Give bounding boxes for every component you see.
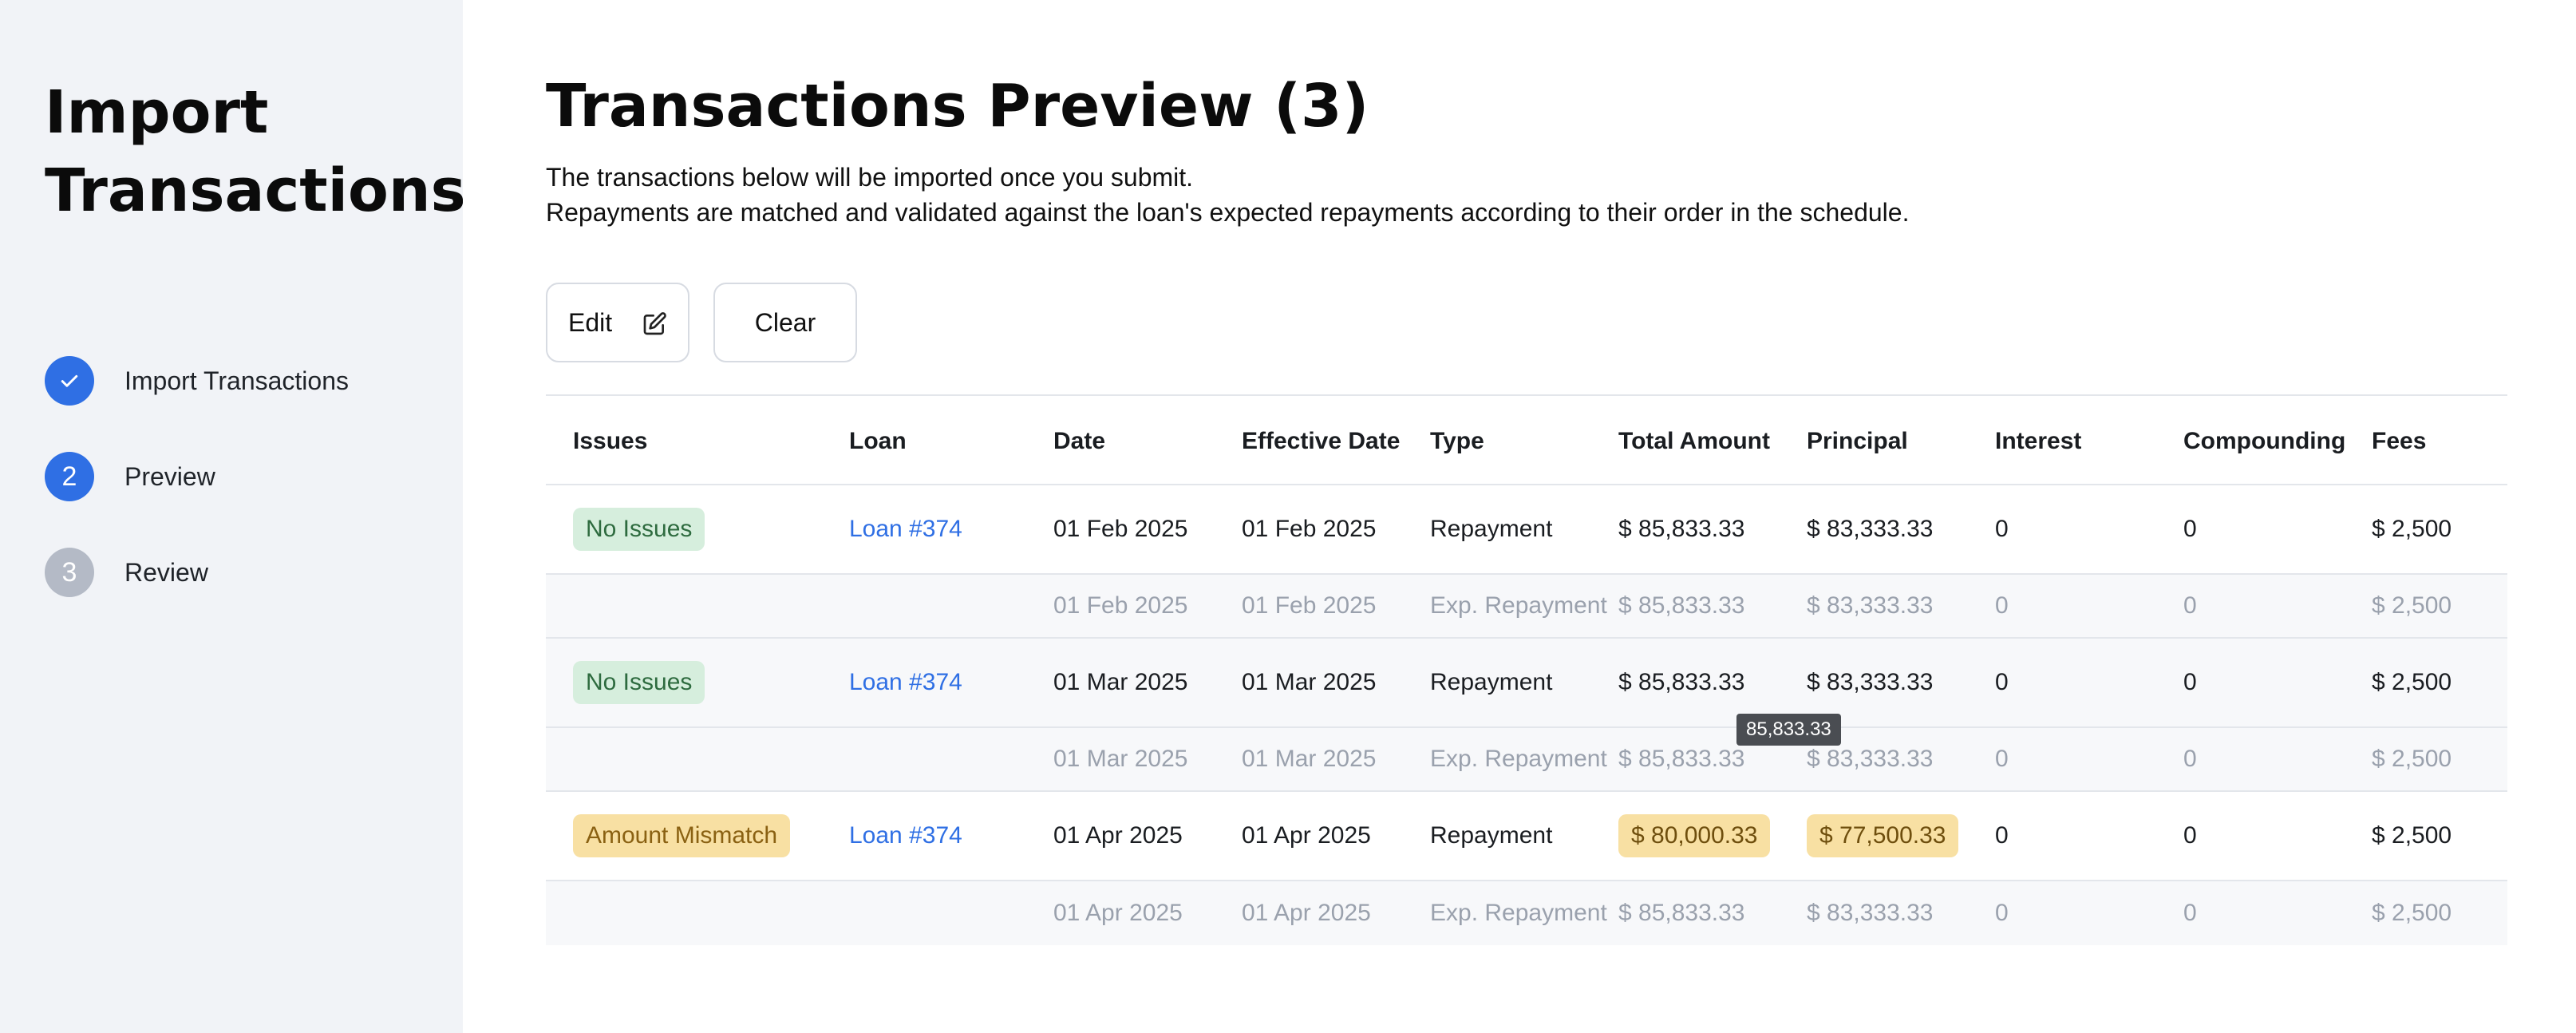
step-preview[interactable]: 2 Preview — [45, 452, 428, 501]
fees-cell: $ 2,500 — [2372, 746, 2452, 772]
compounding-cell: 0 — [2183, 516, 2197, 542]
total-amount-cell: $ 85,833.33 — [1618, 900, 1745, 926]
table-header: Issues Loan Date Effective Date Type Tot… — [546, 394, 2507, 485]
type-cell: Repayment — [1430, 516, 1553, 542]
table-row: No Issues Loan #374 01 Feb 2025 01 Feb 2… — [546, 485, 2507, 575]
effective-date-cell: 01 Mar 2025 — [1242, 669, 1377, 695]
effective-date-cell: 01 Apr 2025 — [1242, 900, 1371, 926]
sidebar: Import Transactions Import Transactions … — [0, 0, 466, 1033]
compounding-cell: 0 — [2183, 900, 2197, 926]
step-label: Preview — [124, 461, 215, 491]
interest-cell: 0 — [1995, 516, 2009, 542]
transactions-table: Issues Loan Date Effective Date Type Tot… — [546, 394, 2507, 945]
expected-row: 01 Feb 2025 01 Feb 2025 Exp. Repayment $… — [546, 575, 2507, 639]
expected-row: 01 Apr 2025 01 Apr 2025 Exp. Repayment $… — [546, 881, 2507, 945]
interest-cell: 0 — [1995, 822, 2009, 849]
edit-button[interactable]: Edit — [546, 283, 689, 362]
fees-cell: $ 2,500 — [2372, 592, 2452, 619]
loan-link[interactable]: Loan #374 — [849, 669, 962, 696]
step-number: 3 — [45, 548, 94, 597]
date-cell: 01 Feb 2025 — [1053, 516, 1188, 542]
header-principal: Principal — [1807, 428, 1908, 454]
fees-cell: $ 2,500 — [2372, 822, 2452, 849]
amount-tooltip: 85,833.33 — [1736, 714, 1841, 746]
clear-label: Clear — [754, 307, 816, 337]
total-amount-cell: $ 85,833.33 — [1618, 516, 1745, 542]
loan-link[interactable]: Loan #374 — [849, 822, 962, 849]
step-review[interactable]: 3 Review — [45, 548, 428, 597]
main-panel: Transactions Preview (3) The transaction… — [463, 0, 2576, 1033]
header-effective-date: Effective Date — [1242, 428, 1401, 454]
effective-date-cell: 01 Feb 2025 — [1242, 592, 1377, 619]
step-number: 2 — [45, 452, 94, 501]
sidebar-title: Import Transactions — [45, 78, 466, 225]
issue-badge: No Issues — [573, 508, 705, 551]
page-title: Transactions Preview (3) — [546, 72, 1369, 141]
expected-row: 01 Mar 2025 01 Mar 2025 Exp. Repayment $… — [546, 728, 2507, 792]
principal-cell: $ 83,333.33 — [1807, 900, 1934, 926]
interest-cell: 0 — [1995, 900, 2009, 926]
interest-cell: 0 — [1995, 592, 2009, 619]
type-cell: Exp. Repayment — [1430, 592, 1607, 619]
header-fees: Fees — [2372, 428, 2427, 454]
fees-cell: $ 2,500 — [2372, 516, 2452, 542]
compounding-cell: 0 — [2183, 822, 2197, 849]
date-cell: 01 Mar 2025 — [1053, 746, 1188, 772]
total-amount-cell: $ 85,833.33 — [1618, 746, 1745, 772]
date-cell: 01 Mar 2025 — [1053, 669, 1188, 695]
principal-cell: $ 83,333.33 — [1807, 669, 1934, 695]
description-line: Repayments are matched and validated aga… — [546, 198, 1910, 227]
fees-cell: $ 2,500 — [2372, 669, 2452, 695]
compounding-cell: 0 — [2183, 592, 2197, 619]
header-compounding: Compounding — [2183, 428, 2346, 454]
principal-cell: $ 83,333.33 — [1807, 592, 1934, 619]
type-cell: Exp. Repayment — [1430, 746, 1607, 772]
clear-button[interactable]: Clear — [713, 283, 857, 362]
loan-link[interactable]: Loan #374 — [849, 516, 962, 543]
header-type: Type — [1430, 428, 1484, 454]
header-date: Date — [1053, 428, 1106, 454]
header-total-amount: Total Amount — [1618, 428, 1770, 454]
type-cell: Repayment — [1430, 822, 1553, 849]
header-loan: Loan — [849, 428, 907, 454]
date-cell: 01 Apr 2025 — [1053, 822, 1183, 849]
issue-badge: Amount Mismatch — [573, 814, 791, 857]
table-row: No Issues Loan #374 01 Mar 2025 01 Mar 2… — [546, 639, 2507, 728]
page-description: The transactions below will be imported … — [546, 160, 1909, 230]
principal-cell: $ 83,333.33 — [1807, 516, 1934, 542]
principal-mismatch: $ 77,500.33 — [1807, 814, 1959, 857]
effective-date-cell: 01 Mar 2025 — [1242, 746, 1377, 772]
type-cell: Repayment — [1430, 669, 1553, 695]
check-icon — [45, 356, 94, 406]
step-label: Import Transactions — [124, 366, 349, 395]
type-cell: Exp. Repayment — [1430, 900, 1607, 926]
fees-cell: $ 2,500 — [2372, 900, 2452, 926]
header-issues: Issues — [573, 428, 648, 454]
step-import-transactions[interactable]: Import Transactions — [45, 356, 428, 406]
date-cell: 01 Feb 2025 — [1053, 592, 1188, 619]
header-interest: Interest — [1995, 428, 2082, 454]
issue-badge: No Issues — [573, 661, 705, 704]
total-amount-cell: $ 85,833.33 — [1618, 592, 1745, 619]
effective-date-cell: 01 Apr 2025 — [1242, 822, 1371, 849]
interest-cell: 0 — [1995, 669, 2009, 695]
total-amount-cell[interactable]: $ 85,833.33 — [1618, 669, 1744, 696]
effective-date-cell: 01 Feb 2025 — [1242, 516, 1377, 542]
interest-cell: 0 — [1995, 746, 2009, 772]
description-line: The transactions below will be imported … — [546, 163, 1194, 192]
compounding-cell: 0 — [2183, 669, 2197, 695]
table-row: Amount Mismatch Loan #374 01 Apr 2025 01… — [546, 792, 2507, 881]
step-label: Review — [124, 557, 208, 587]
principal-cell: $ 83,333.33 — [1807, 746, 1934, 772]
edit-label: Edit — [568, 307, 613, 337]
compounding-cell: 0 — [2183, 746, 2197, 772]
total-amount-mismatch: $ 80,000.33 — [1618, 814, 1771, 857]
date-cell: 01 Apr 2025 — [1053, 900, 1183, 926]
edit-icon — [643, 312, 666, 335]
